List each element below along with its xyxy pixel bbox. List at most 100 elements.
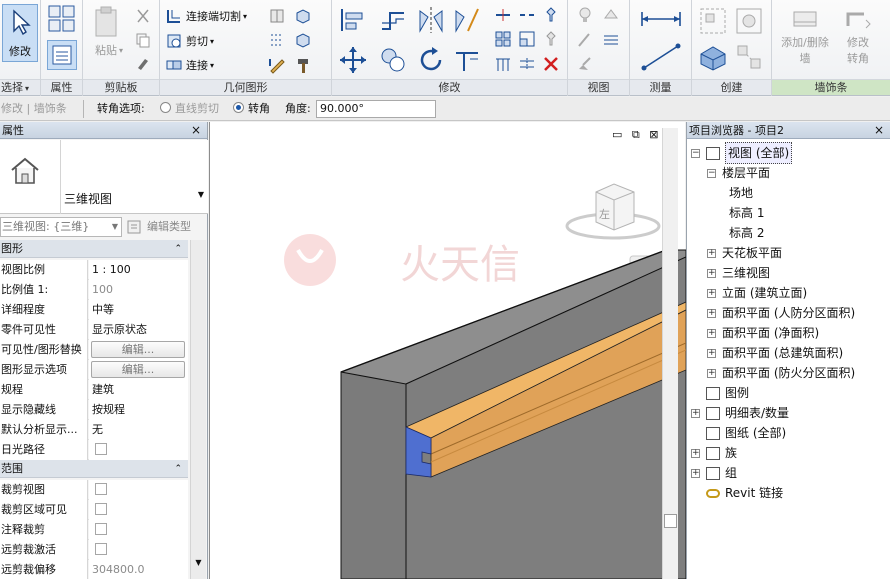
browser-node[interactable]: + 面积平面 (人防分区面积) bbox=[707, 303, 855, 323]
expand-toggle-icon[interactable]: + bbox=[707, 368, 716, 378]
thin-lines-icon[interactable] bbox=[602, 31, 620, 49]
trim-multiple-icon[interactable] bbox=[494, 55, 512, 73]
property-value[interactable]: 建筑 bbox=[89, 380, 188, 400]
viewcube[interactable]: 左 bbox=[565, 183, 661, 240]
match-type-brush-icon[interactable] bbox=[135, 55, 151, 71]
create-group-icon[interactable] bbox=[698, 6, 728, 36]
add-remove-walls-button[interactable]: 添加/删除 墙 bbox=[778, 6, 832, 66]
create-similar-icon[interactable] bbox=[734, 42, 764, 72]
property-value[interactable] bbox=[89, 480, 188, 500]
property-value[interactable]: 显示原状态 bbox=[89, 320, 188, 340]
scroll-thumb[interactable] bbox=[664, 514, 677, 528]
browser-node[interactable]: 标高 1 bbox=[729, 203, 764, 223]
browser-node[interactable]: − 视图 (全部) bbox=[691, 142, 793, 164]
property-value[interactable] bbox=[89, 440, 188, 460]
wall-joins-cut-button[interactable]: 连接端切割 ▾ bbox=[166, 8, 247, 24]
split-face-icon[interactable] bbox=[268, 7, 286, 25]
browser-node[interactable]: 图纸 (全部) bbox=[691, 423, 786, 443]
paint-cube-icon[interactable] bbox=[294, 7, 312, 25]
property-value[interactable]: 按规程 bbox=[89, 400, 188, 420]
collapse-chevron-icon[interactable]: ⌃ bbox=[174, 240, 182, 258]
browser-node[interactable]: − 楼层平面 bbox=[707, 163, 770, 183]
create-parts-icon[interactable] bbox=[698, 42, 728, 72]
modify-turn-button[interactable]: 修改 转角 bbox=[834, 6, 882, 66]
rotate-icon[interactable] bbox=[416, 45, 446, 75]
property-value[interactable] bbox=[89, 540, 188, 560]
panel-select-footer[interactable]: 选择 ▾ bbox=[0, 79, 40, 95]
scale-icon[interactable] bbox=[518, 30, 536, 48]
properties-scrollbar[interactable]: ▼ bbox=[190, 240, 206, 579]
hammer-icon[interactable] bbox=[294, 56, 312, 74]
properties-toggle-button[interactable] bbox=[47, 40, 77, 70]
expand-toggle-icon[interactable]: + bbox=[691, 468, 700, 478]
browser-node[interactable]: + 族 bbox=[691, 443, 737, 463]
pencil-ruler-icon[interactable] bbox=[268, 56, 286, 74]
angle-input[interactable]: 90.000° bbox=[316, 100, 436, 118]
create-assembly-icon[interactable] bbox=[734, 6, 764, 36]
browser-node[interactable]: + 天花板平面 bbox=[707, 243, 782, 263]
linework-brush-icon[interactable] bbox=[576, 31, 594, 49]
property-value[interactable] bbox=[89, 520, 188, 540]
property-value[interactable]: 无 bbox=[89, 420, 188, 440]
instance-filter-select[interactable]: 三维视图: {三维} ▼ bbox=[0, 217, 122, 237]
split-with-gap-icon[interactable] bbox=[518, 55, 536, 73]
expand-toggle-icon[interactable]: + bbox=[691, 448, 700, 458]
wall-model[interactable] bbox=[340, 249, 686, 579]
edit-button[interactable]: 编辑... bbox=[91, 361, 185, 378]
property-section-1[interactable]: 范围 ⌃ bbox=[0, 460, 188, 478]
collapse-toggle-icon[interactable]: − bbox=[691, 148, 700, 158]
collapse-chevron-icon[interactable]: ⌃ bbox=[174, 460, 182, 478]
move-icon[interactable] bbox=[338, 45, 368, 75]
property-checkbox[interactable] bbox=[95, 523, 107, 535]
property-checkbox[interactable] bbox=[95, 483, 107, 495]
unpin-icon[interactable] bbox=[542, 30, 560, 48]
property-section-0[interactable]: 图形 ⌃ bbox=[0, 240, 188, 258]
property-value[interactable] bbox=[89, 500, 188, 520]
straight-cut-radio[interactable]: 直线剪切 bbox=[160, 97, 219, 121]
split-gap-icon[interactable] bbox=[518, 6, 536, 24]
expand-toggle-icon[interactable]: + bbox=[707, 248, 716, 258]
cut-scissors-icon[interactable] bbox=[135, 8, 151, 24]
property-value[interactable]: 1 : 100 bbox=[89, 260, 188, 280]
turn-radio[interactable]: 转角 bbox=[233, 97, 270, 121]
override-graphics-icon[interactable] bbox=[602, 6, 620, 24]
browser-node[interactable]: + 明细表/数量 bbox=[691, 403, 789, 423]
property-value[interactable]: 编辑... bbox=[89, 360, 188, 380]
property-value[interactable]: 编辑... bbox=[89, 340, 188, 360]
delete-icon[interactable] bbox=[542, 55, 560, 73]
light-bulb-icon[interactable] bbox=[576, 6, 594, 24]
browser-node[interactable]: 图例 bbox=[691, 383, 749, 403]
mirror-axis-icon[interactable] bbox=[416, 5, 446, 35]
property-checkbox[interactable] bbox=[95, 503, 107, 515]
pin-icon[interactable] bbox=[542, 6, 560, 24]
join-geometry-button[interactable]: 连接 ▾ bbox=[166, 57, 214, 73]
browser-node[interactable]: 场地 bbox=[729, 183, 753, 203]
measure-between-icon[interactable] bbox=[638, 8, 684, 30]
cut-geometry-button[interactable]: 剪切 ▾ bbox=[166, 33, 214, 49]
type-properties-icon[interactable] bbox=[47, 4, 77, 34]
type-dropdown-caret[interactable]: ▼ bbox=[198, 190, 204, 199]
property-checkbox[interactable] bbox=[95, 443, 107, 455]
property-checkbox[interactable] bbox=[95, 543, 107, 555]
copy-element-icon[interactable] bbox=[378, 45, 408, 75]
browser-node[interactable]: + 组 bbox=[691, 463, 737, 483]
paint-icon[interactable] bbox=[576, 55, 594, 73]
properties-close-icon[interactable]: × bbox=[191, 122, 201, 139]
browser-node[interactable]: 标高 2 bbox=[729, 223, 764, 243]
trim-extend-icon[interactable] bbox=[452, 45, 482, 75]
expand-toggle-icon[interactable]: + bbox=[707, 348, 716, 358]
browser-node[interactable]: + 三维视图 bbox=[707, 263, 770, 283]
drawing-area-3d-view[interactable]: ▭ ⧉ ⊠ 火天信 左 ▾ bbox=[209, 122, 686, 579]
browser-node[interactable]: + 面积平面 (总建筑面积) bbox=[707, 343, 843, 363]
offset-icon[interactable] bbox=[378, 5, 408, 35]
browser-node[interactable]: + 面积平面 (净面积) bbox=[707, 323, 819, 343]
browser-node[interactable]: Revit 链接 bbox=[691, 483, 783, 503]
mirror-draw-icon[interactable] bbox=[452, 5, 482, 35]
aligned-dimension-icon[interactable] bbox=[640, 42, 682, 72]
expand-toggle-icon[interactable]: + bbox=[707, 268, 716, 278]
wall-opening-icon[interactable] bbox=[268, 31, 286, 49]
copy-icon[interactable] bbox=[135, 32, 151, 48]
type-selector[interactable]: 三维视图 ▼ bbox=[0, 140, 208, 214]
browser-node[interactable]: + 立面 (建筑立面) bbox=[707, 283, 807, 303]
scroll-down-arrow-icon[interactable]: ▼ bbox=[193, 558, 204, 570]
